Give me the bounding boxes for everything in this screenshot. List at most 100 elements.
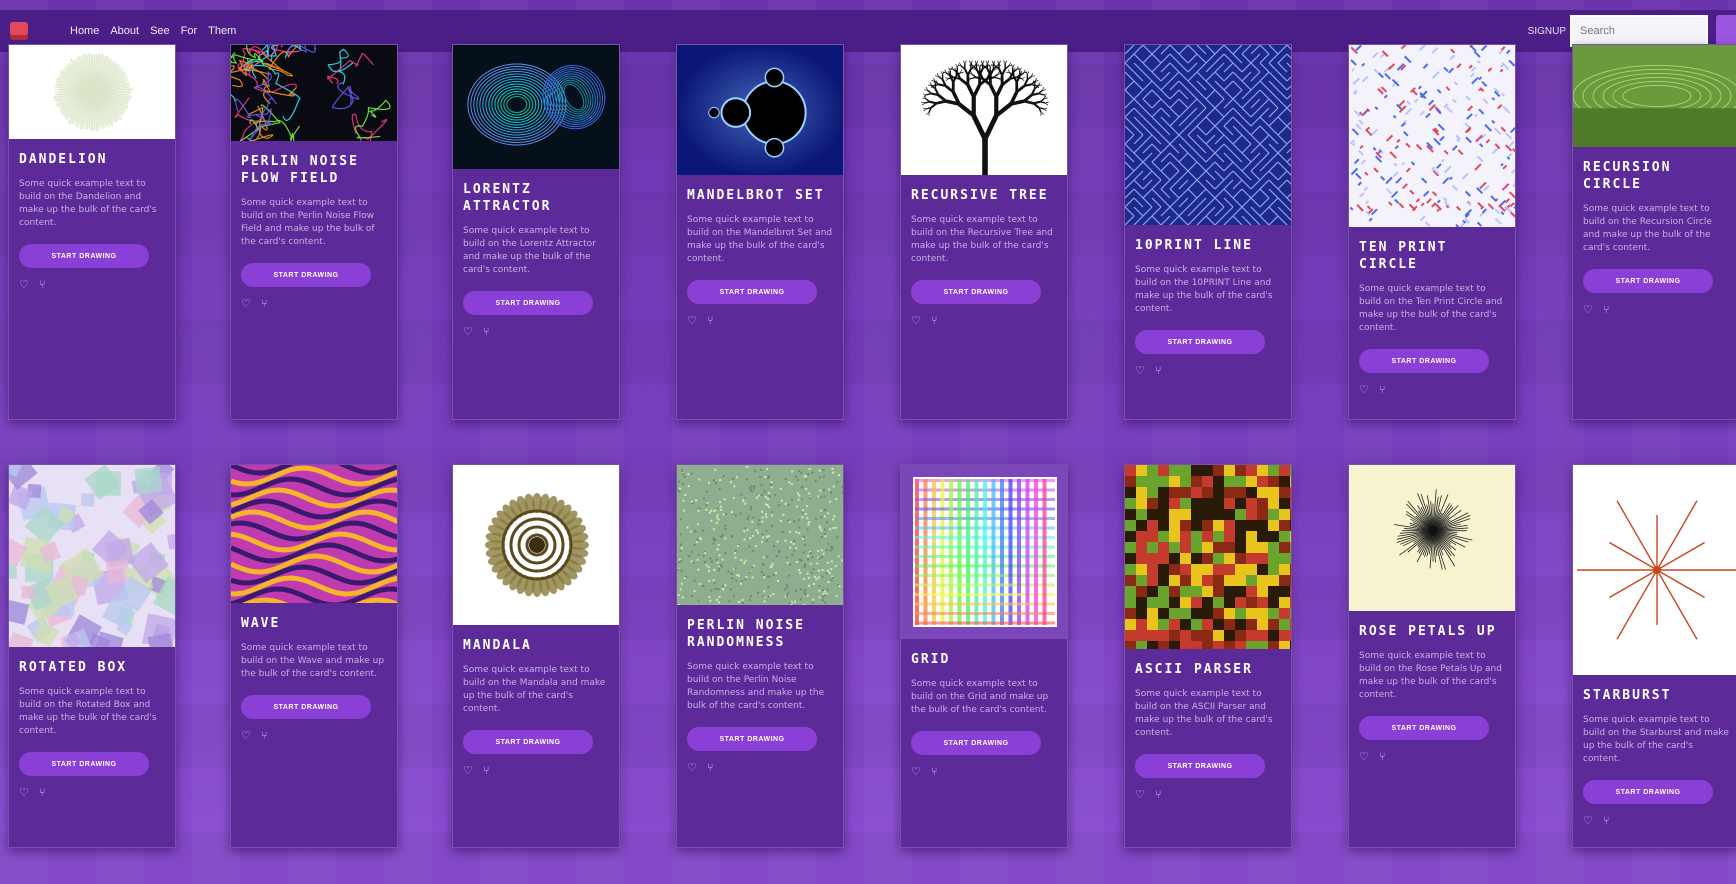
card-description: Some quick example text to build on the … <box>1359 284 1503 333</box>
card-title: WAVE <box>241 616 281 631</box>
start-drawing-button[interactable]: START DRAWING <box>463 730 593 754</box>
like-icon[interactable]: ♡ <box>1135 788 1145 801</box>
card-actions: ♡ ⑂ <box>1359 750 1505 763</box>
start-drawing-button[interactable]: START DRAWING <box>241 695 371 719</box>
start-drawing-button[interactable]: START DRAWING <box>1135 330 1265 354</box>
card-thumbnail-image[interactable] <box>901 465 1067 639</box>
like-icon[interactable]: ♡ <box>1583 814 1593 827</box>
card-thumbnail-image[interactable] <box>9 465 175 647</box>
card-thumbnail-image[interactable] <box>901 45 1067 175</box>
card-description: Some quick example text to build on the … <box>1135 265 1273 314</box>
card-description: Some quick example text to build on the … <box>19 179 157 228</box>
card-thumbnail-image[interactable] <box>1349 465 1515 611</box>
like-icon[interactable]: ♡ <box>463 325 473 338</box>
share-icon[interactable]: ⑂ <box>1379 383 1386 396</box>
card-thumbnail-image[interactable] <box>231 465 397 603</box>
card-body: PERLIN NOISE FLOW FIELD Some quick exampl… <box>231 141 397 310</box>
card-description: Some quick example text to build on the … <box>687 662 825 711</box>
card-actions: ♡ ⑂ <box>1135 364 1281 377</box>
card-title: ROSE PETALS UP <box>1359 624 1497 639</box>
like-icon[interactable]: ♡ <box>241 729 251 742</box>
project-card: ROTATED BOX Some quick example text to bu… <box>8 464 176 848</box>
start-drawing-button[interactable]: START DRAWING <box>687 727 817 751</box>
card-thumbnail-image[interactable] <box>453 465 619 625</box>
like-icon[interactable]: ♡ <box>911 765 921 778</box>
card-thumbnail-image[interactable] <box>1573 465 1736 675</box>
card-thumbnail-image[interactable] <box>677 465 843 605</box>
card-thumbnail-image[interactable] <box>231 45 397 141</box>
card-thumbnail-image[interactable] <box>1573 45 1736 147</box>
start-drawing-button[interactable]: START DRAWING <box>687 280 817 304</box>
like-icon[interactable]: ♡ <box>1359 383 1369 396</box>
card-body: STARBURST Some quick example text to buil… <box>1573 675 1736 827</box>
like-icon[interactable]: ♡ <box>241 297 251 310</box>
card-actions: ♡ ⑂ <box>463 325 609 338</box>
share-icon[interactable]: ⑂ <box>1155 364 1162 377</box>
share-icon[interactable]: ⑂ <box>931 314 938 327</box>
project-card: MANDELBROT SET Some quick example text to… <box>676 44 844 420</box>
share-icon[interactable]: ⑂ <box>483 764 490 777</box>
share-icon[interactable]: ⑂ <box>39 278 46 291</box>
card-description: Some quick example text to build on the … <box>911 215 1053 264</box>
like-icon[interactable]: ♡ <box>1583 303 1593 316</box>
share-icon[interactable]: ⑂ <box>707 761 714 774</box>
card-description: Some quick example text to build on the … <box>1359 651 1502 700</box>
like-icon[interactable]: ♡ <box>1359 750 1369 763</box>
card-thumbnail-image[interactable] <box>1125 45 1291 225</box>
start-drawing-button[interactable]: START DRAWING <box>1583 269 1713 293</box>
project-card: PERLIN NOISE RANDOMNESS Some quick exampl… <box>676 464 844 848</box>
start-drawing-button[interactable]: START DRAWING <box>19 244 149 268</box>
share-icon[interactable]: ⑂ <box>261 729 268 742</box>
card-body: MANDALA Some quick example text to build … <box>453 625 619 777</box>
card-description: Some quick example text to build on the … <box>1135 689 1273 738</box>
project-card: LORENTZ ATTRACTOR Some quick example text… <box>452 44 620 420</box>
start-drawing-button[interactable]: START DRAWING <box>1359 716 1489 740</box>
share-icon[interactable]: ⑂ <box>1155 788 1162 801</box>
card-thumbnail-image[interactable] <box>677 45 843 175</box>
card-body: LORENTZ ATTRACTOR Some quick example text… <box>453 169 619 338</box>
card-thumbnail-image[interactable] <box>1349 45 1515 227</box>
card-description: Some quick example text to build on the … <box>687 215 833 264</box>
start-drawing-button[interactable]: START DRAWING <box>1135 754 1265 778</box>
share-icon[interactable]: ⑂ <box>483 325 490 338</box>
like-icon[interactable]: ♡ <box>19 786 29 799</box>
start-drawing-button[interactable]: START DRAWING <box>241 263 371 287</box>
start-drawing-button[interactable]: START DRAWING <box>911 731 1041 755</box>
card-actions: ♡ ⑂ <box>687 314 833 327</box>
like-icon[interactable]: ♡ <box>911 314 921 327</box>
like-icon[interactable]: ♡ <box>19 278 29 291</box>
card-body: ROSE PETALS UP Some quick example text to… <box>1349 611 1515 763</box>
card-thumbnail-image[interactable] <box>9 45 175 139</box>
project-card: MANDALA Some quick example text to build … <box>452 464 620 848</box>
share-icon[interactable]: ⑂ <box>707 314 714 327</box>
card-body: ROTATED BOX Some quick example text to bu… <box>9 647 175 799</box>
start-drawing-button[interactable]: START DRAWING <box>463 291 593 315</box>
card-body: MANDELBROT SET Some quick example text to… <box>677 175 843 327</box>
card-actions: ♡ ⑂ <box>687 761 833 774</box>
card-actions: ♡ ⑂ <box>241 297 387 310</box>
card-thumbnail-image[interactable] <box>453 45 619 169</box>
card-thumbnail-image[interactable] <box>1125 465 1291 649</box>
project-card: RECURSION CIRCLE Some quick example text … <box>1572 44 1736 420</box>
card-description: Some quick example text to build on the … <box>241 198 375 247</box>
share-icon[interactable]: ⑂ <box>261 297 268 310</box>
share-icon[interactable]: ⑂ <box>39 786 46 799</box>
share-icon[interactable]: ⑂ <box>1603 303 1610 316</box>
like-icon[interactable]: ♡ <box>1135 364 1145 377</box>
start-drawing-button[interactable]: START DRAWING <box>1359 349 1489 373</box>
like-icon[interactable]: ♡ <box>687 761 697 774</box>
start-drawing-button[interactable]: START DRAWING <box>1583 780 1713 804</box>
card-body: DANDELION Some quick example text to buil… <box>9 139 175 291</box>
start-drawing-button[interactable]: START DRAWING <box>19 752 149 776</box>
share-icon[interactable]: ⑂ <box>1379 750 1386 763</box>
start-drawing-button[interactable]: START DRAWING <box>911 280 1041 304</box>
card-grid: DANDELION Some quick example text to buil… <box>0 0 1736 884</box>
share-icon[interactable]: ⑂ <box>1603 814 1610 827</box>
like-icon[interactable]: ♡ <box>463 764 473 777</box>
share-icon[interactable]: ⑂ <box>931 765 938 778</box>
card-actions: ♡ ⑂ <box>241 729 387 742</box>
card-title: RECURSIVE TREE <box>911 188 1049 203</box>
card-body: PERLIN NOISE RANDOMNESS Some quick exampl… <box>677 605 843 774</box>
like-icon[interactable]: ♡ <box>687 314 697 327</box>
card-actions: ♡ ⑂ <box>1583 814 1729 827</box>
